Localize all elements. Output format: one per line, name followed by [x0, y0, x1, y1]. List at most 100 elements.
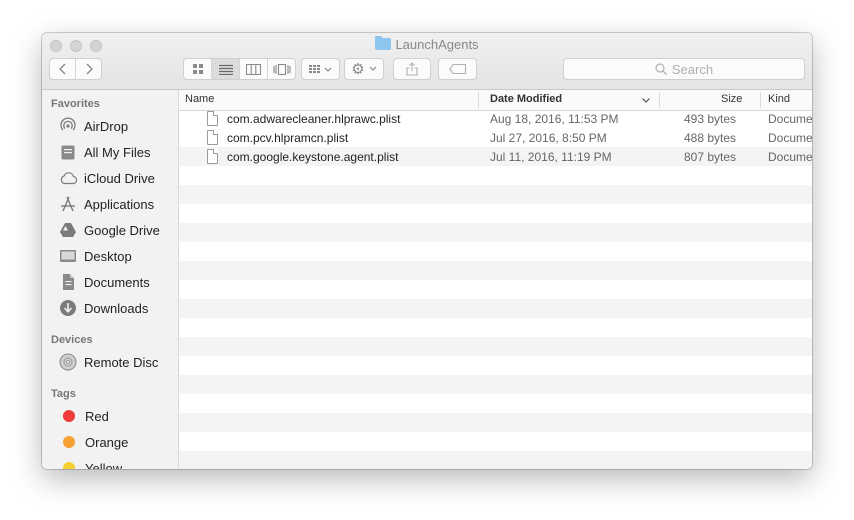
empty-row-stripe	[179, 432, 812, 451]
sidebar-tag-red[interactable]: Red	[59, 405, 109, 427]
empty-row-stripe	[179, 394, 812, 413]
column-header-name[interactable]: Name	[185, 93, 214, 105]
search-field[interactable]: Search	[563, 58, 805, 80]
sidebar-item-downloads[interactable]: Downloads	[59, 297, 148, 319]
nav-buttons	[49, 58, 102, 80]
file-kind: Docume	[768, 150, 812, 164]
sidebar-item-label: Applications	[84, 196, 155, 212]
file-date: Jul 11, 2016, 11:19 PM	[490, 150, 612, 164]
folder-icon	[375, 36, 392, 50]
disc-icon	[59, 353, 77, 371]
empty-row-stripe	[179, 451, 812, 469]
file-row[interactable]: com.adwarecleaner.hlprawc.plist Aug 18, …	[179, 110, 812, 129]
chevron-right-icon	[86, 63, 93, 75]
sort-chevron-icon	[642, 98, 650, 103]
airdrop-icon	[59, 117, 77, 135]
file-kind: Docume	[768, 112, 812, 126]
window-title: LaunchAgents	[42, 36, 812, 52]
file-name: com.adwarecleaner.hlprawc.plist	[227, 112, 401, 126]
documents-icon	[59, 273, 77, 291]
file-date: Aug 18, 2016, 11:53 PM	[490, 112, 619, 126]
share-icon	[406, 62, 418, 76]
sidebar-item-label: Orange	[85, 434, 129, 450]
forward-button[interactable]	[76, 59, 101, 79]
sidebar: Favorites AirDrop All My Files iCloud Dr…	[42, 90, 179, 469]
file-size: 488 bytes	[684, 131, 737, 145]
document-icon	[207, 130, 218, 145]
cover-flow-button[interactable]	[268, 59, 295, 79]
column-divider[interactable]	[478, 92, 479, 108]
desktop-icon	[59, 247, 77, 265]
action-button[interactable]: ⚙	[344, 58, 384, 80]
sidebar-item-remote-disc[interactable]: Remote Disc	[59, 351, 158, 373]
sidebar-item-label: Remote Disc	[84, 354, 159, 370]
arrange-button[interactable]	[301, 58, 340, 80]
view-mode-control	[183, 58, 296, 80]
column-header-date-modified[interactable]: Date Modified	[490, 93, 562, 105]
all-files-icon	[59, 143, 77, 161]
tag-color-dot	[63, 436, 75, 448]
chevron-down-icon	[369, 66, 377, 71]
document-icon	[207, 111, 218, 126]
sidebar-tag-orange[interactable]: Orange	[59, 431, 128, 453]
column-divider[interactable]	[659, 92, 660, 108]
sidebar-item-airdrop[interactable]: AirDrop	[59, 115, 128, 137]
window-title-text: LaunchAgents	[395, 37, 479, 52]
empty-row-stripe	[179, 356, 812, 375]
empty-row-stripe	[179, 204, 812, 223]
sidebar-item-applications[interactable]: Applications	[59, 193, 154, 215]
tag-color-dot	[63, 462, 75, 469]
file-kind: Docume	[768, 131, 812, 145]
file-name: com.google.keystone.agent.plist	[227, 150, 399, 164]
file-size: 807 bytes	[684, 150, 737, 164]
downloads-icon	[59, 299, 77, 317]
empty-row-stripe	[179, 261, 812, 280]
icon-view-button[interactable]	[184, 59, 212, 79]
arrange-icon	[308, 65, 331, 73]
sidebar-item-label: AirDrop	[84, 118, 129, 134]
column-view-icon	[246, 63, 261, 75]
google-drive-icon	[59, 221, 77, 239]
document-icon	[207, 149, 218, 164]
empty-row-stripe	[179, 242, 812, 261]
file-name: com.pcv.hlpramcn.plist	[227, 131, 349, 145]
list-view-button[interactable]	[212, 59, 240, 79]
search-icon	[655, 63, 667, 75]
column-header-kind[interactable]: Kind	[768, 93, 790, 105]
edit-tags-button[interactable]	[438, 58, 477, 80]
column-view-button[interactable]	[240, 59, 268, 79]
sidebar-item-desktop[interactable]: Desktop	[59, 245, 132, 267]
cover-flow-icon	[272, 63, 291, 75]
share-button[interactable]	[393, 58, 431, 80]
empty-row-stripe	[179, 318, 812, 337]
gear-icon: ⚙	[351, 60, 365, 78]
sidebar-item-icloud-drive[interactable]: iCloud Drive	[59, 167, 155, 189]
file-list: Name Date Modified Size Kind com.adwarec…	[179, 90, 812, 469]
tags-heading: Tags	[51, 388, 76, 400]
empty-row-stripe	[179, 280, 812, 299]
favorites-heading: Favorites	[51, 98, 100, 110]
sidebar-item-label: Desktop	[84, 248, 132, 264]
sidebar-item-documents[interactable]: Documents	[59, 271, 150, 293]
file-date: Jul 27, 2016, 8:50 PM	[490, 131, 607, 145]
titlebar: LaunchAgents ⚙ Search	[42, 33, 812, 90]
sidebar-item-label: Downloads	[84, 300, 149, 316]
tag-icon	[448, 64, 466, 74]
search-placeholder: Search	[671, 61, 714, 77]
sidebar-tag-yellow[interactable]: Yellow	[59, 457, 122, 469]
empty-row-stripe	[179, 337, 812, 356]
sidebar-item-label: Documents	[84, 274, 150, 290]
column-header-size[interactable]: Size	[721, 93, 742, 105]
sidebar-item-all-my-files[interactable]: All My Files	[59, 141, 150, 163]
sidebar-item-google-drive[interactable]: Google Drive	[59, 219, 160, 241]
back-button[interactable]	[50, 59, 76, 79]
file-row[interactable]: com.pcv.hlpramcn.plist Jul 27, 2016, 8:5…	[179, 129, 812, 148]
file-size: 493 bytes	[684, 112, 737, 126]
icon-view-icon	[192, 64, 203, 74]
file-row[interactable]: com.google.keystone.agent.plist Jul 11, …	[179, 148, 812, 166]
column-divider[interactable]	[760, 92, 761, 108]
sidebar-item-label: Yellow	[85, 460, 123, 470]
sidebar-item-label: Red	[85, 408, 109, 424]
list-view-icon	[218, 64, 233, 75]
empty-row-stripe	[179, 185, 812, 204]
